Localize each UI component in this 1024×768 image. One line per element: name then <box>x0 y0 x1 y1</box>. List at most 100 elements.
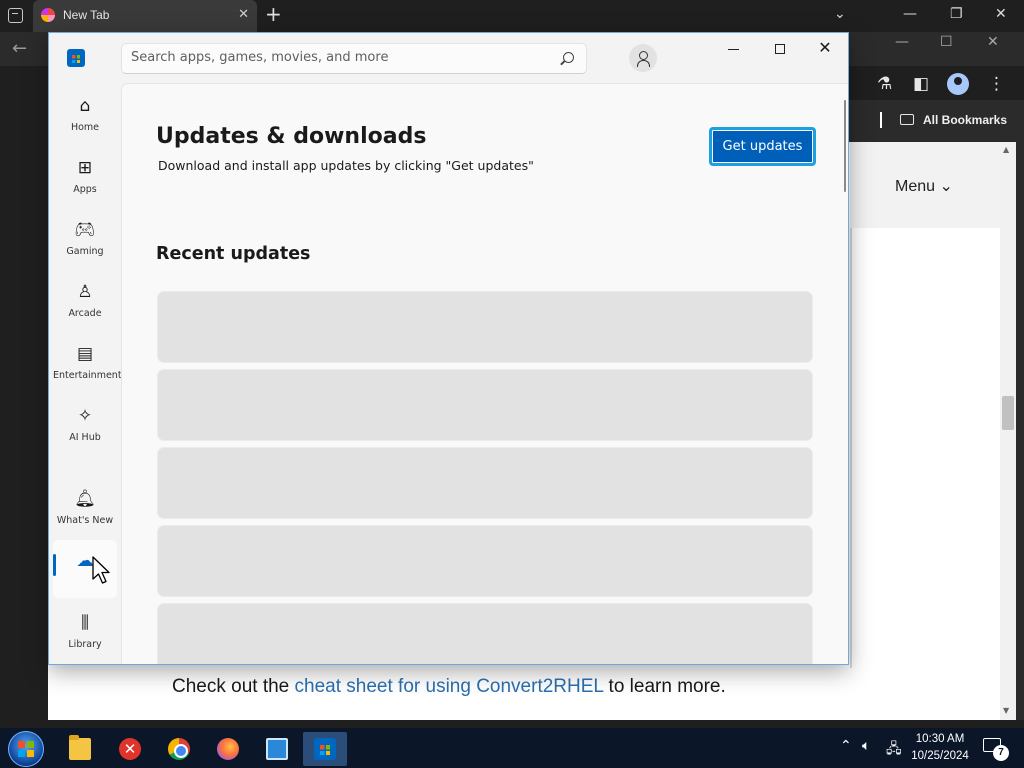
page-title: Updates & downloads <box>156 124 427 149</box>
window-minimize-icon[interactable]: — <box>895 34 909 50</box>
folder-icon <box>69 735 91 760</box>
new-tab-button[interactable]: + <box>265 4 282 24</box>
tab-dropdown-icon[interactable]: ⌄ <box>834 6 846 22</box>
tab-search-icon[interactable] <box>8 8 23 23</box>
store-icon <box>314 738 336 760</box>
close-icon: ✕ <box>818 38 832 57</box>
profile-avatar-icon[interactable] <box>947 73 969 95</box>
nav-item-whats-new[interactable]: 🔔︎ What's New <box>53 478 117 536</box>
browser-tabstrip: New Tab ✕ + ⌄ — ❐ ✕ <box>0 0 1024 32</box>
library-icon: ⫼ <box>81 613 89 633</box>
page-text-end: to learn more. <box>603 676 726 697</box>
nav-label-apps: Apps <box>73 184 97 195</box>
store-close-button[interactable]: ✕ <box>807 38 843 60</box>
store-maximize-button[interactable] <box>762 39 798 61</box>
nav-item-home[interactable]: ⌂ Home <box>53 85 117 143</box>
account-icon[interactable] <box>629 44 657 72</box>
browser-edge <box>1016 142 1024 720</box>
back-arrow-icon[interactable]: ← <box>12 38 27 59</box>
scroll-down-icon[interactable]: ▼ <box>1003 706 1009 715</box>
bell-sparkle-icon: 🔔︎ <box>74 489 96 509</box>
all-bookmarks-button[interactable]: All Bookmarks <box>923 113 1007 127</box>
nav-label-entertainment: Entertainment <box>53 370 122 381</box>
start-button[interactable] <box>8 731 44 767</box>
taskbar-chrome[interactable] <box>157 732 201 766</box>
cheat-sheet-link[interactable]: cheat sheet for using Convert2RHEL <box>295 676 604 697</box>
content-scrollbar[interactable] <box>844 100 846 192</box>
nav-label-whats-new: What's New <box>56 515 114 526</box>
taskbar-firefox[interactable] <box>206 732 250 766</box>
bookmarks-separator <box>880 112 882 128</box>
loading-placeholder-row <box>157 525 813 597</box>
gamepad-icon: 🎮︎ <box>74 220 96 240</box>
nav-active-indicator <box>53 554 56 576</box>
folder-icon <box>900 114 914 125</box>
page-text: Check out the <box>172 676 295 697</box>
volume-muted-icon[interactable]: 🔈︎ <box>862 738 870 754</box>
labs-flask-icon[interactable]: ⚗ <box>877 74 892 94</box>
loading-placeholder-row <box>157 291 813 363</box>
mouse-cursor-icon <box>92 556 110 584</box>
tab-favicon-icon <box>41 8 55 22</box>
page-scrollbar[interactable] <box>1000 142 1016 720</box>
loading-placeholder-row <box>157 447 813 519</box>
clock[interactable]: 10:30 AM 10/25/2024 <box>905 731 975 765</box>
network-icon[interactable]: 🖧︎ <box>886 738 902 762</box>
page-scroll-thumb[interactable] <box>1002 396 1014 430</box>
nav-item-gaming[interactable]: 🎮︎ Gaming <box>53 209 117 267</box>
loading-placeholder-row <box>157 369 813 441</box>
sparkle-icon: ✧ <box>77 406 93 426</box>
clock-date: 10/25/2024 <box>911 750 969 762</box>
search-input[interactable] <box>131 50 551 65</box>
recent-updates-heading: Recent updates <box>156 244 311 264</box>
updates-page: Updates & downloads Download and install… <box>121 83 848 664</box>
taskbar-remote-desktop[interactable] <box>255 732 299 766</box>
joystick-icon: ♙ <box>77 282 93 302</box>
nav-item-arcade[interactable]: ♙ Arcade <box>53 271 117 329</box>
get-updates-button[interactable]: Get updates <box>709 127 816 166</box>
close-x-icon: ✕ <box>119 738 141 760</box>
taskbar-app-x[interactable]: ✕ <box>108 732 152 766</box>
search-box[interactable] <box>121 43 587 74</box>
store-window: ✕ ⌂ Home ⊞ Apps 🎮︎ Gaming ♙ Arcade ▤ Ent… <box>48 32 849 665</box>
nav-item-apps[interactable]: ⊞ Apps <box>53 147 117 205</box>
firefox-icon <box>217 738 239 760</box>
browser-tab[interactable]: New Tab ✕ <box>33 0 257 32</box>
nav-label-library: Library <box>68 639 102 650</box>
apps-icon: ⊞ <box>77 158 93 178</box>
store-logo-icon <box>67 49 85 67</box>
kebab-menu-icon[interactable]: ⋮ <box>988 74 1005 94</box>
page-divider <box>850 228 852 668</box>
chrome-icon <box>168 738 190 760</box>
side-panel-icon[interactable]: ◧ <box>913 74 929 94</box>
action-center-button[interactable]: 7 <box>983 736 1009 761</box>
taskbar-store[interactable] <box>303 732 347 766</box>
nav-label-home: Home <box>70 122 100 133</box>
browser-close-icon[interactable]: ✕ <box>995 6 1007 22</box>
page-subtitle: Download and install app updates by clic… <box>158 158 534 173</box>
minimize-icon <box>728 49 739 50</box>
clapperboard-icon: ▤ <box>76 344 94 364</box>
nav-item-ai-hub[interactable]: ✧ AI Hub <box>53 395 117 453</box>
store-minimize-button[interactable] <box>716 39 752 61</box>
clock-time: 10:30 AM <box>915 733 965 745</box>
nav-item-entertainment[interactable]: ▤ Entertainment <box>53 333 122 391</box>
browser-restore-icon[interactable]: ❐ <box>950 6 963 22</box>
taskbar: ✕ ⌃ 🔈︎ 🖧︎ 10:30 AM 10/25/2024 7 <box>0 728 1024 768</box>
tab-close-icon[interactable]: ✕ <box>238 7 249 22</box>
bookmarks-bar: All Bookmarks <box>848 100 1024 142</box>
remote-desktop-icon <box>266 738 288 760</box>
nav-label-gaming: Gaming <box>66 246 104 257</box>
search-icon[interactable] <box>563 52 574 63</box>
taskbar-explorer[interactable] <box>58 732 102 766</box>
page-paragraph: Check out the cheat sheet for using Conv… <box>172 676 726 698</box>
loading-placeholder-row <box>157 603 813 664</box>
window-maximize-icon[interactable]: ☐ <box>940 34 953 50</box>
nav-label-ai-hub: AI Hub <box>69 432 101 443</box>
window-close-icon[interactable]: ✕ <box>987 34 999 50</box>
page-menu-button[interactable]: Menu ⌄ <box>895 176 953 196</box>
browser-minimize-icon[interactable]: — <box>903 6 917 22</box>
nav-item-library[interactable]: ⫼ Library <box>53 602 117 660</box>
scroll-up-icon[interactable]: ▲ <box>1003 145 1009 154</box>
tray-overflow-icon[interactable]: ⌃ <box>840 738 852 754</box>
